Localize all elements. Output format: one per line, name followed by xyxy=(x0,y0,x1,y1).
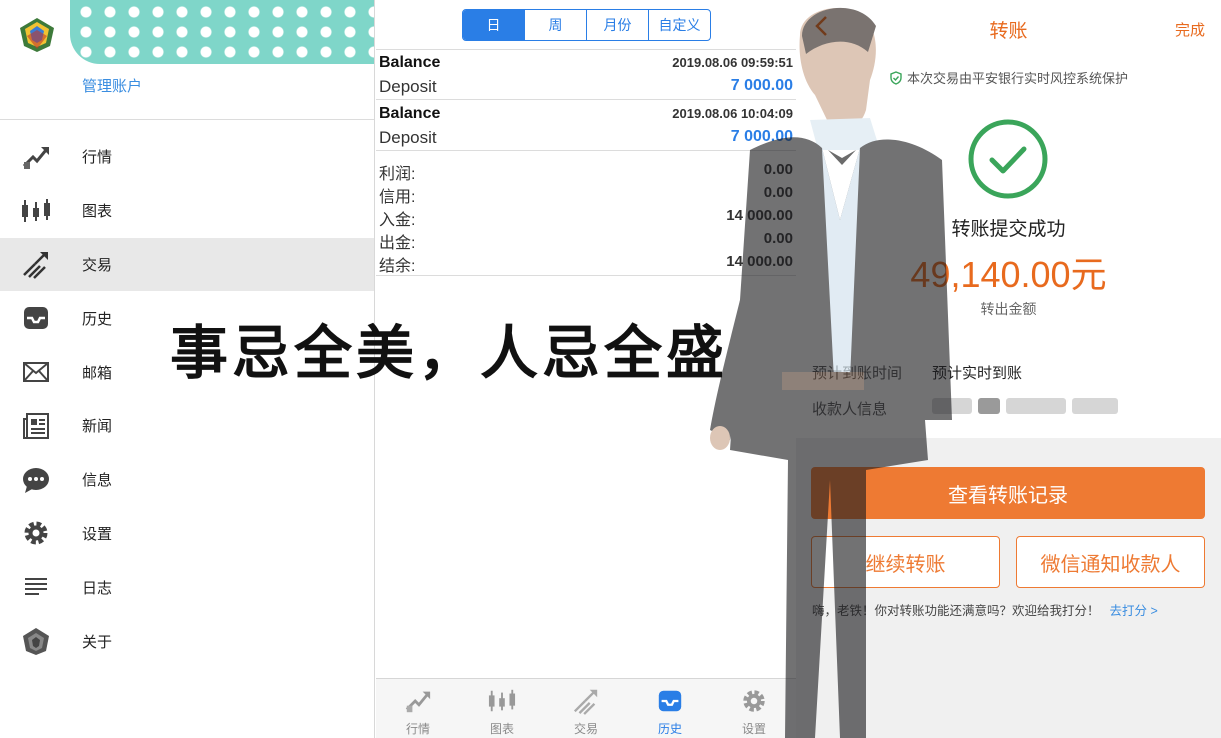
menu-item-messages[interactable]: 信息 xyxy=(0,453,374,507)
summary-value: 14 000.00 xyxy=(726,207,793,224)
success-text: 转账提交成功 xyxy=(951,219,1066,240)
period-segmented-control: 日 周 月份 自定义 xyxy=(462,9,711,41)
summary-block: 利润: 0.00 信用: 0.00 入金: 14 000.00 出金: 0.00… xyxy=(376,156,796,276)
menu-item-charts[interactable]: 图表 xyxy=(0,184,374,238)
view-transfer-records-button[interactable]: 查看转账记录 xyxy=(811,467,1205,519)
nav-bar: 转账 完成 xyxy=(796,0,1221,55)
tab-label: 历史 xyxy=(657,722,682,736)
news-icon xyxy=(20,410,52,442)
security-note: 本次交易由平安银行实时风控系统保护 xyxy=(796,68,1221,87)
arrival-time-label: 预计到账时间 xyxy=(812,365,903,382)
tab-label: 行情 xyxy=(405,722,430,736)
summary-row-withdrawal: 出金: 0.00 xyxy=(379,227,793,252)
gear-icon xyxy=(20,517,52,549)
menu-label: 信息 xyxy=(82,472,113,490)
segment-month[interactable]: 月份 xyxy=(586,10,648,40)
candlestick-chart-icon xyxy=(20,195,52,227)
deal-subtype: Deposit xyxy=(379,77,437,96)
segment-day[interactable]: 日 xyxy=(463,10,524,40)
deal-amount: 7 000.00 xyxy=(730,77,793,94)
candlestick-chart-icon xyxy=(486,686,518,716)
history-inbox-icon xyxy=(20,302,52,334)
arrival-time-value: 预计实时到账 xyxy=(932,365,1023,382)
history-inbox-icon xyxy=(654,686,686,716)
menu-item-about[interactable]: 关于 xyxy=(0,614,374,668)
tab-settings[interactable]: 设置 xyxy=(712,679,796,738)
deal-row[interactable]: Balance 2019.08.06 10:04:09 Deposit 7 00… xyxy=(376,101,796,151)
feedback-prompt: 嗨，老铁！你对转账功能还满意吗？欢迎给我打分！ 去打分 > xyxy=(812,600,1158,619)
tab-label: 设置 xyxy=(741,722,766,736)
summary-value: 0.00 xyxy=(763,184,793,201)
mt4-logo-icon xyxy=(20,18,54,52)
profile-banner xyxy=(70,0,374,64)
feedback-text: 嗨，老铁！你对转账功能还满意吗？欢迎给我打分！ xyxy=(812,604,1100,618)
menu-item-news[interactable]: 新闻 xyxy=(0,399,374,453)
menu-item-trade[interactable]: 交易 xyxy=(0,237,374,292)
tab-quotes[interactable]: 行情 xyxy=(376,679,460,738)
trade-icon xyxy=(570,686,602,716)
summary-label: 结余: xyxy=(379,258,416,275)
chat-bubble-icon xyxy=(20,464,52,496)
deal-datetime: 2019.08.06 10:04:09 xyxy=(672,106,793,121)
summary-value: 0.00 xyxy=(763,230,793,247)
menu-label: 行情 xyxy=(82,149,113,167)
tab-label: 交易 xyxy=(573,722,598,736)
bottom-tab-bar: 行情 图表 交易 历史 设置 xyxy=(376,678,796,738)
menu-label: 新闻 xyxy=(82,418,113,436)
side-menu: 行情 图表 交易 历史 邮箱 新闻 信息 设置 日志 关于 xyxy=(0,130,374,668)
tab-history[interactable]: 历史 xyxy=(628,679,712,738)
summary-row-credit: 信用: 0.00 xyxy=(379,181,793,206)
segment-custom[interactable]: 自定义 xyxy=(648,10,710,40)
rate-link[interactable]: 去打分 > xyxy=(1110,604,1158,618)
account-header: 管理账户 xyxy=(0,0,374,120)
summary-row-deposit: 入金: 14 000.00 xyxy=(379,204,793,229)
tab-charts[interactable]: 图表 xyxy=(460,679,544,738)
transfer-amount: 49,140.00元 xyxy=(910,254,1107,295)
menu-item-settings[interactable]: 设置 xyxy=(0,507,374,561)
menu-label: 交易 xyxy=(82,256,113,274)
menu-label: 关于 xyxy=(82,633,113,651)
menu-label: 日志 xyxy=(82,579,113,597)
security-note-text: 本次交易由平安银行实时风控系统保护 xyxy=(906,71,1128,86)
summary-row-profit: 利润: 0.00 xyxy=(379,158,793,183)
shield-check-icon xyxy=(890,70,902,85)
slogan-overlay: 事忌全美，人忌全盛 xyxy=(170,319,729,387)
success-check-icon xyxy=(968,119,1048,199)
tab-label: 图表 xyxy=(489,722,514,736)
transfer-success-panel: 转账 完成 本次交易由平安银行实时风控系统保护 转账提交成功 49,140.00… xyxy=(796,0,1221,738)
deal-subtype: Deposit xyxy=(379,128,437,147)
menu-item-journal[interactable]: 日志 xyxy=(0,560,374,614)
trade-icon xyxy=(20,248,52,280)
page-title: 转账 xyxy=(989,21,1028,42)
summary-value: 0.00 xyxy=(763,161,793,178)
quotes-icon xyxy=(402,686,434,716)
menu-label: 图表 xyxy=(82,203,113,221)
deal-type: Balance xyxy=(379,54,441,71)
deal-type: Balance xyxy=(379,105,441,122)
manage-accounts-link[interactable]: 管理账户 xyxy=(82,75,142,96)
segment-week[interactable]: 周 xyxy=(524,10,586,40)
summary-value: 14 000.00 xyxy=(726,253,793,270)
deal-row[interactable]: Balance 2019.08.06 09:59:51 Deposit 7 00… xyxy=(376,50,796,100)
menu-label: 设置 xyxy=(82,525,113,543)
menu-label: 邮箱 xyxy=(82,364,113,382)
menu-item-quotes[interactable]: 行情 xyxy=(0,130,374,184)
menu-label: 历史 xyxy=(82,310,113,328)
mail-icon xyxy=(20,356,52,388)
deal-amount: 7 000.00 xyxy=(730,128,793,145)
payee-info-label: 收款人信息 xyxy=(812,401,888,418)
summary-row-balance: 结余: 14 000.00 xyxy=(379,250,793,275)
done-button[interactable]: 完成 xyxy=(1175,19,1205,40)
about-logo-icon xyxy=(20,625,52,657)
quotes-icon xyxy=(20,141,52,173)
journal-lines-icon xyxy=(20,571,52,603)
continue-transfer-button[interactable]: 继续转账 xyxy=(811,536,1000,588)
payee-info-redacted xyxy=(932,398,1140,414)
deal-datetime: 2019.08.06 09:59:51 xyxy=(672,55,793,70)
transfer-amount-label: 转出金额 xyxy=(980,301,1037,317)
tab-trade[interactable]: 交易 xyxy=(544,679,628,738)
gear-icon xyxy=(738,686,770,716)
wechat-notify-payee-button[interactable]: 微信通知收款人 xyxy=(1016,536,1205,588)
